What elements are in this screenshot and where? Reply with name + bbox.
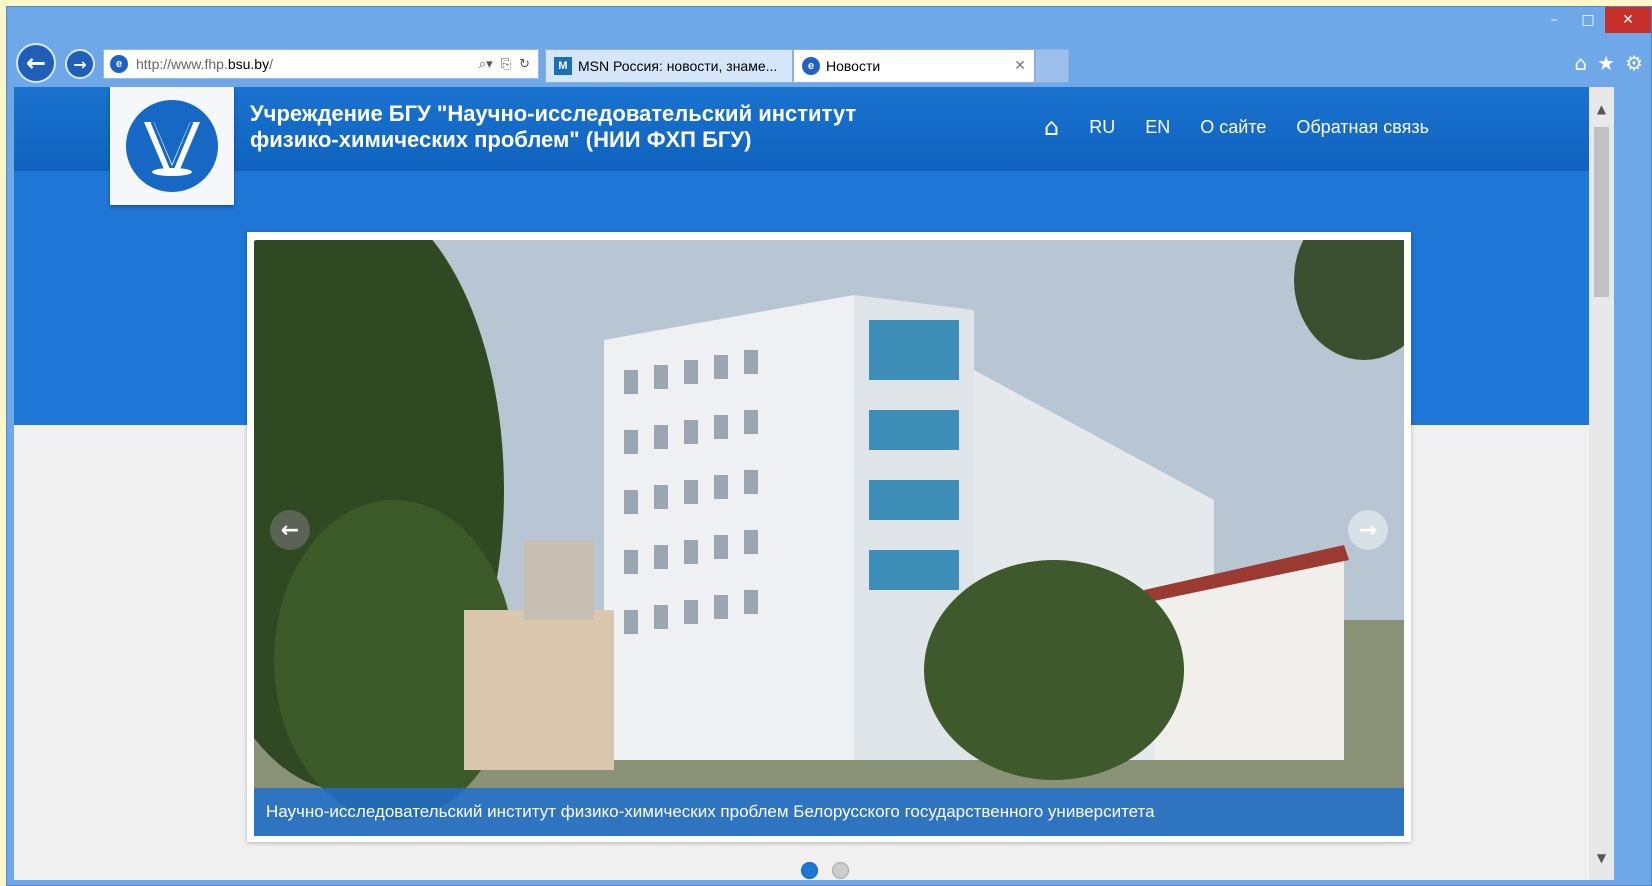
browser-window: – □ ✕ ← → e http://www.fhp.bsu.by/ ⌕▾ ⎘ … <box>6 6 1652 886</box>
arrow-left-icon: ← <box>280 517 300 543</box>
home-icon[interactable]: ⌂ <box>1044 113 1059 141</box>
site-title-line1: Учреждение БГУ "Научно-исследовательский… <box>250 101 857 126</box>
maximize-button[interactable]: □ <box>1571 7 1605 33</box>
compatibility-view-icon[interactable]: ⎘ <box>501 57 511 72</box>
forward-arrow-icon: → <box>73 54 87 74</box>
close-tab-icon[interactable]: ✕ <box>1014 58 1026 74</box>
scroll-thumb[interactable] <box>1594 127 1609 297</box>
forward-button[interactable]: → <box>65 49 95 79</box>
scroll-down-icon[interactable]: ▼ <box>1589 846 1614 870</box>
favorites-star-icon[interactable]: ★ <box>1597 51 1615 75</box>
minimize-button[interactable]: – <box>1537 7 1571 33</box>
back-button[interactable]: ← <box>16 43 56 83</box>
site-title: Учреждение БГУ "Научно-исследовательский… <box>250 101 950 153</box>
nav-about[interactable]: О сайте <box>1200 117 1266 138</box>
slider-dot-2[interactable] <box>832 862 849 879</box>
tab-label: MSN Россия: новости, знаме... <box>578 58 778 74</box>
home-icon[interactable]: ⌂ <box>1574 51 1587 75</box>
slider-pagination <box>801 862 849 879</box>
ie-icon: e <box>802 57 820 75</box>
nav-feedback[interactable]: Обратная связь <box>1296 117 1429 138</box>
tab-news[interactable]: e Новости ✕ <box>793 49 1035 83</box>
vertical-scrollbar[interactable]: ▲ ▼ <box>1589 87 1614 880</box>
page-viewport: Учреждение БГУ "Научно-исследовательский… <box>14 87 1614 880</box>
new-tab-button[interactable] <box>1035 49 1069 83</box>
arrow-right-icon: → <box>1358 517 1378 543</box>
nav-ru[interactable]: RU <box>1089 117 1115 138</box>
address-tools: ⌕▾ ⎘ ↻ <box>479 57 538 72</box>
tab-msn[interactable]: M MSN Россия: новости, знаме... <box>545 49 793 83</box>
tab-label: Новости <box>826 58 881 74</box>
address-url[interactable]: http://www.fhp.bsu.by/ <box>136 56 273 72</box>
url-host: bsu.by <box>227 56 270 72</box>
browser-toolbar-icons: ⌂ ★ ⚙ <box>1574 51 1643 75</box>
address-bar[interactable]: e http://www.fhp.bsu.by/ ⌕▾ ⎘ ↻ <box>103 49 539 79</box>
slider-next-button[interactable]: → <box>1348 510 1388 550</box>
logo-emblem-icon <box>126 100 218 192</box>
close-window-button[interactable]: ✕ <box>1605 7 1651 33</box>
window-controls: – □ ✕ <box>1537 7 1651 33</box>
site-nav: ⌂ RU EN О сайте Обратная связь <box>1044 113 1429 141</box>
slide-image: Научно-исследовательский институт физико… <box>254 240 1404 836</box>
slide-caption: Научно-исследовательский институт физико… <box>254 788 1404 836</box>
url-suffix: / <box>269 56 273 72</box>
slider-prev-button[interactable]: ← <box>270 510 310 550</box>
ie-icon: e <box>110 55 128 73</box>
search-icon[interactable]: ⌕▾ <box>479 57 493 72</box>
image-slider: Научно-исследовательский институт физико… <box>247 232 1411 842</box>
msn-icon: M <box>554 57 572 75</box>
site-title-line2: физико-химических проблем" (НИИ ФХП БГУ) <box>250 127 752 152</box>
scroll-up-icon[interactable]: ▲ <box>1589 97 1614 121</box>
site-logo[interactable] <box>110 87 234 205</box>
url-prefix: http://www.fhp. <box>136 56 228 72</box>
nav-en[interactable]: EN <box>1145 117 1170 138</box>
refresh-icon[interactable]: ↻ <box>519 57 530 72</box>
navigation-bar: ← → e http://www.fhp.bsu.by/ ⌕▾ ⎘ ↻ M MS… <box>7 41 1651 87</box>
slider-dot-1[interactable] <box>801 862 818 879</box>
settings-gear-icon[interactable]: ⚙ <box>1625 51 1643 75</box>
back-arrow-icon: ← <box>25 49 47 77</box>
